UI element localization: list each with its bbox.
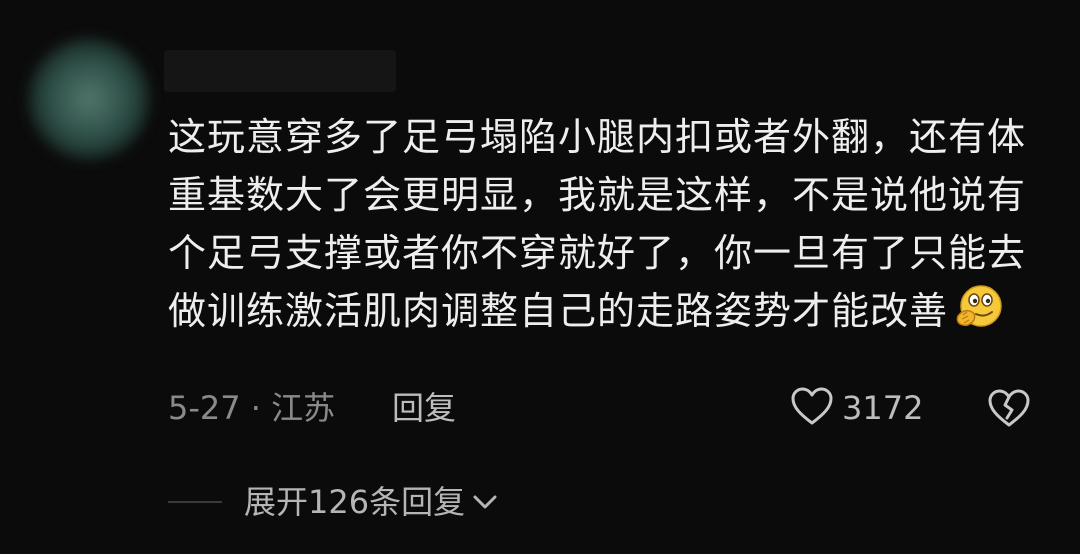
- divider-line: [168, 501, 222, 503]
- comment-body: 这玩意穿多了足弓塌陷小腿内扣或者外翻，还有体重基数大了会更明显，我就是这样，不是…: [168, 115, 1027, 333]
- expand-replies-label: 展开126条回复: [244, 483, 466, 521]
- comment-meta-row: 5-27 · 江苏 回复 3172: [168, 384, 1048, 432]
- like-button[interactable]: 3172: [790, 384, 923, 432]
- date-location: 5-27 · 江苏: [168, 389, 336, 427]
- avatar[interactable]: [28, 38, 150, 160]
- comment-text: 这玩意穿多了足弓塌陷小腿内扣或者外翻，还有体重基数大了会更明显，我就是这样，不是…: [168, 108, 1048, 348]
- reply-button[interactable]: 回复: [392, 384, 456, 432]
- broken-heart-icon: [986, 389, 1032, 432]
- chevron-down-icon: [471, 492, 499, 516]
- expand-replies-button[interactable]: 展开126条回复: [168, 478, 499, 526]
- username-redacted[interactable]: [164, 50, 396, 92]
- like-count: 3172: [842, 389, 924, 427]
- heart-outline-icon: [790, 386, 834, 430]
- dislike-button[interactable]: [986, 388, 1032, 432]
- face-with-hand-over-mouth-emoji: [954, 282, 1004, 348]
